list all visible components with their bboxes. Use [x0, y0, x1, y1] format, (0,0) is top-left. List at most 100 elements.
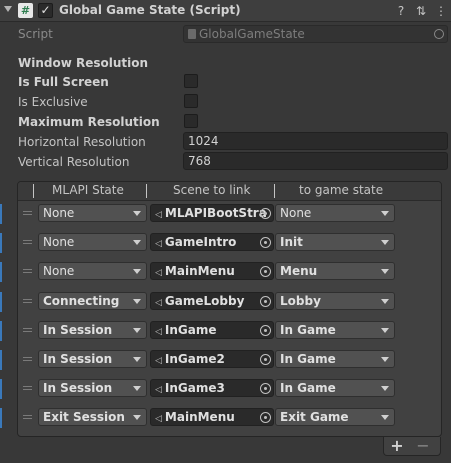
to-game-state-dropdown[interactable]: Menu [275, 262, 395, 280]
column-separator[interactable] [274, 184, 275, 198]
to-game-state-dropdown[interactable]: In Game [275, 379, 395, 397]
game-state-value: In Game [280, 352, 336, 366]
vertical-resolution-label: Vertical Resolution [18, 155, 130, 169]
game-state-value: None [280, 206, 312, 220]
component-enabled-checkbox[interactable]: ✓ [38, 3, 53, 18]
chevron-down-icon [381, 240, 389, 245]
mlapi-state-dropdown[interactable]: None [38, 204, 147, 222]
scene-value: MainMenu [164, 264, 235, 278]
script-icon: # [18, 3, 33, 18]
chevron-down-icon [381, 357, 389, 362]
chevron-down-icon [133, 386, 141, 391]
chevron-down-icon [133, 211, 141, 216]
scene-value: GameIntro [164, 235, 237, 249]
to-game-state-dropdown[interactable]: In Game [275, 321, 395, 339]
drag-handle-icon[interactable] [23, 386, 32, 390]
row-selection-accent [0, 262, 2, 282]
scene-to-link-field[interactable]: ◁ MainMenu [150, 262, 274, 280]
chevron-down-icon [381, 211, 389, 216]
scene-value: MLAPIBootStra [164, 206, 267, 220]
mlapi-state-dropdown[interactable]: In Session [38, 321, 147, 339]
scene-value: InGame [164, 323, 217, 337]
game-state-value: In Game [280, 323, 336, 337]
mlapi-state-dropdown[interactable]: None [38, 233, 147, 251]
drag-handle-icon[interactable] [23, 328, 32, 332]
object-picker-icon[interactable] [260, 325, 271, 336]
object-picker-icon[interactable] [260, 296, 271, 307]
mlapi-state-dropdown[interactable]: Exit Session [38, 408, 147, 426]
drag-handle-icon[interactable] [23, 240, 32, 244]
context-menu-icon[interactable]: ⋮ [434, 3, 448, 19]
to-game-state-dropdown[interactable]: Lobby [275, 292, 395, 310]
to-game-state-dropdown[interactable]: Exit Game [275, 408, 395, 426]
object-picker-icon[interactable] [260, 208, 271, 219]
script-field[interactable]: GlobalGameState [183, 25, 448, 43]
to-game-state-dropdown[interactable]: In Game [275, 350, 395, 368]
maximum-resolution-checkbox[interactable] [184, 114, 198, 128]
to-game-state-dropdown[interactable]: Init [275, 233, 395, 251]
chevron-down-icon [133, 357, 141, 362]
scene-value: InGame3 [164, 381, 225, 395]
object-picker-icon[interactable] [260, 237, 271, 248]
chevron-down-icon [133, 299, 141, 304]
script-asset-icon [188, 29, 196, 39]
game-state-value: Menu [280, 264, 318, 278]
object-picker-icon[interactable] [260, 412, 271, 423]
scene-asset-icon: ◁ [155, 385, 162, 395]
column-separator[interactable] [146, 184, 147, 198]
scene-to-link-field[interactable]: ◁ InGame [150, 321, 274, 339]
object-picker-icon[interactable] [260, 266, 271, 277]
remove-element-button[interactable]: − [416, 437, 430, 455]
mlapi-state-dropdown[interactable]: Connecting [38, 292, 147, 310]
mlapi-state-dropdown[interactable]: In Session [38, 379, 147, 397]
help-icon[interactable]: ? [394, 3, 408, 19]
scene-to-link-field[interactable]: ◁ MainMenu [150, 408, 274, 426]
component-title: Global Game State (Script) [59, 3, 241, 17]
is-full-screen-checkbox[interactable] [184, 74, 198, 88]
scene-to-link-field[interactable]: ◁ GameLobby [150, 292, 274, 310]
scene-value: MainMenu [164, 410, 235, 424]
mlapi-state-value: In Session [43, 352, 113, 366]
add-element-button[interactable]: + [390, 437, 404, 455]
maximum-resolution-label: Maximum Resolution [18, 115, 160, 129]
row-selection-accent [0, 408, 2, 428]
is-exclusive-checkbox[interactable] [184, 94, 198, 108]
mlapi-state-value: In Session [43, 323, 113, 337]
column-separator[interactable] [33, 184, 34, 198]
foldout-arrow-icon[interactable] [4, 6, 12, 12]
mlapi-state-value: In Session [43, 381, 113, 395]
to-game-state-dropdown[interactable]: None [275, 204, 395, 222]
drag-handle-icon[interactable] [23, 269, 32, 273]
scene-to-link-field[interactable]: ◁ InGame2 [150, 350, 274, 368]
scene-to-link-field[interactable]: ◁ MLAPIBootStra [150, 204, 274, 222]
chevron-down-icon [133, 269, 141, 274]
game-state-value: Init [280, 235, 303, 249]
object-picker-icon[interactable] [260, 383, 271, 394]
scene-to-link-field[interactable]: ◁ InGame3 [150, 379, 274, 397]
window-resolution-header: Window Resolution [18, 56, 149, 70]
mlapi-state-dropdown[interactable]: None [38, 262, 147, 280]
column-header-scene-to-link: Scene to link [173, 183, 251, 197]
mlapi-state-value: None [43, 235, 75, 249]
drag-handle-icon[interactable] [23, 211, 32, 215]
chevron-down-icon [381, 386, 389, 391]
game-state-value: Lobby [280, 294, 321, 308]
drag-handle-icon[interactable] [23, 357, 32, 361]
mlapi-state-value: Connecting [43, 294, 120, 308]
horizontal-resolution-field[interactable]: 1024 [183, 132, 448, 150]
object-picker-icon[interactable] [260, 354, 271, 365]
object-picker-icon[interactable] [434, 29, 444, 39]
mlapi-state-value: None [43, 206, 75, 220]
row-selection-accent [0, 350, 2, 370]
scene-to-link-field[interactable]: ◁ GameIntro [150, 233, 274, 251]
drag-handle-icon[interactable] [23, 415, 32, 419]
chevron-down-icon [381, 299, 389, 304]
chevron-down-icon [381, 415, 389, 420]
scene-asset-icon: ◁ [155, 298, 162, 308]
drag-handle-icon[interactable] [23, 299, 32, 303]
is-full-screen-label: Is Full Screen [18, 75, 109, 89]
preset-icon[interactable]: ⇅ [414, 3, 428, 19]
vertical-resolution-field[interactable]: 768 [183, 152, 448, 170]
scene-value: InGame2 [164, 352, 225, 366]
mlapi-state-dropdown[interactable]: In Session [38, 350, 147, 368]
